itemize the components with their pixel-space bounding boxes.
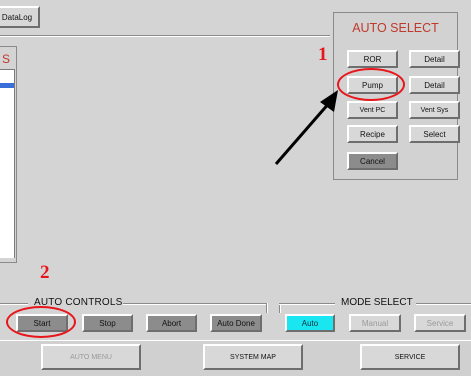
detail-button-ror[interactable]: Detail	[409, 50, 460, 68]
vent-pc-button[interactable]: Vent PC	[347, 101, 398, 119]
datalog-button[interactable]: DataLog	[0, 6, 40, 28]
stop-button[interactable]: Stop	[82, 314, 133, 332]
system-map-button[interactable]: SYSTEM MAP	[203, 344, 303, 370]
ror-button[interactable]: ROR	[347, 50, 398, 68]
top-divider	[0, 35, 330, 37]
left-panel-title: S	[2, 52, 11, 66]
start-highlight-ring	[6, 306, 76, 338]
auto-menu-button[interactable]: AUTO MENU	[41, 344, 141, 370]
auto-controls-rule-left	[0, 303, 28, 305]
vent-sys-label: Vent Sys	[420, 106, 449, 114]
system-map-label: SYSTEM MAP	[230, 353, 276, 361]
select-label: Select	[423, 129, 446, 139]
stop-label: Stop	[99, 318, 116, 328]
recipe-label: Recipe	[360, 129, 385, 139]
annotation-number-2: 2	[40, 262, 50, 283]
arrow-icon	[274, 90, 338, 165]
service-mode-button[interactable]: Service	[414, 314, 466, 332]
vent-pc-label: Vent PC	[359, 106, 386, 114]
auto-mode-button[interactable]: Auto	[285, 314, 335, 332]
service-mode-label: Service	[426, 318, 454, 328]
mode-select-rule-left	[279, 303, 335, 305]
mode-select-title: MODE SELECT	[341, 297, 413, 308]
manual-mode-label: Manual	[361, 318, 389, 328]
mode-select-rule-right	[416, 303, 471, 305]
auto-done-label: Auto Done	[217, 318, 255, 328]
left-panel-list[interactable]	[0, 69, 15, 258]
ror-label: ROR	[363, 54, 382, 64]
annotation-number-1: 1	[318, 44, 328, 65]
auto-menu-label: AUTO MENU	[70, 353, 112, 361]
abort-button[interactable]: Abort	[146, 314, 197, 332]
detail-label: Detail	[424, 80, 445, 90]
auto-controls-rule-right-end	[266, 303, 268, 313]
auto-controls-rule-right	[123, 303, 267, 305]
service-nav-button[interactable]: SERVICE	[360, 344, 460, 370]
datalog-label: DataLog	[1, 12, 33, 22]
detail-button-pump[interactable]: Detail	[409, 76, 460, 94]
auto-done-button[interactable]: Auto Done	[210, 314, 262, 332]
abort-label: Abort	[161, 318, 182, 328]
left-panel: S	[0, 46, 17, 263]
auto-mode-label: Auto	[301, 318, 319, 328]
vent-sys-button[interactable]: Vent Sys	[409, 101, 460, 119]
cancel-button[interactable]: Cancel	[347, 152, 398, 170]
select-button[interactable]: Select	[409, 125, 460, 143]
list-selected-row[interactable]	[0, 83, 14, 88]
service-nav-label: SERVICE	[394, 353, 426, 361]
detail-label: Detail	[424, 54, 445, 64]
auto-select-title: AUTO SELECT	[352, 21, 439, 35]
recipe-button[interactable]: Recipe	[347, 125, 398, 143]
manual-mode-button[interactable]: Manual	[349, 314, 401, 332]
cancel-label: Cancel	[360, 156, 385, 166]
